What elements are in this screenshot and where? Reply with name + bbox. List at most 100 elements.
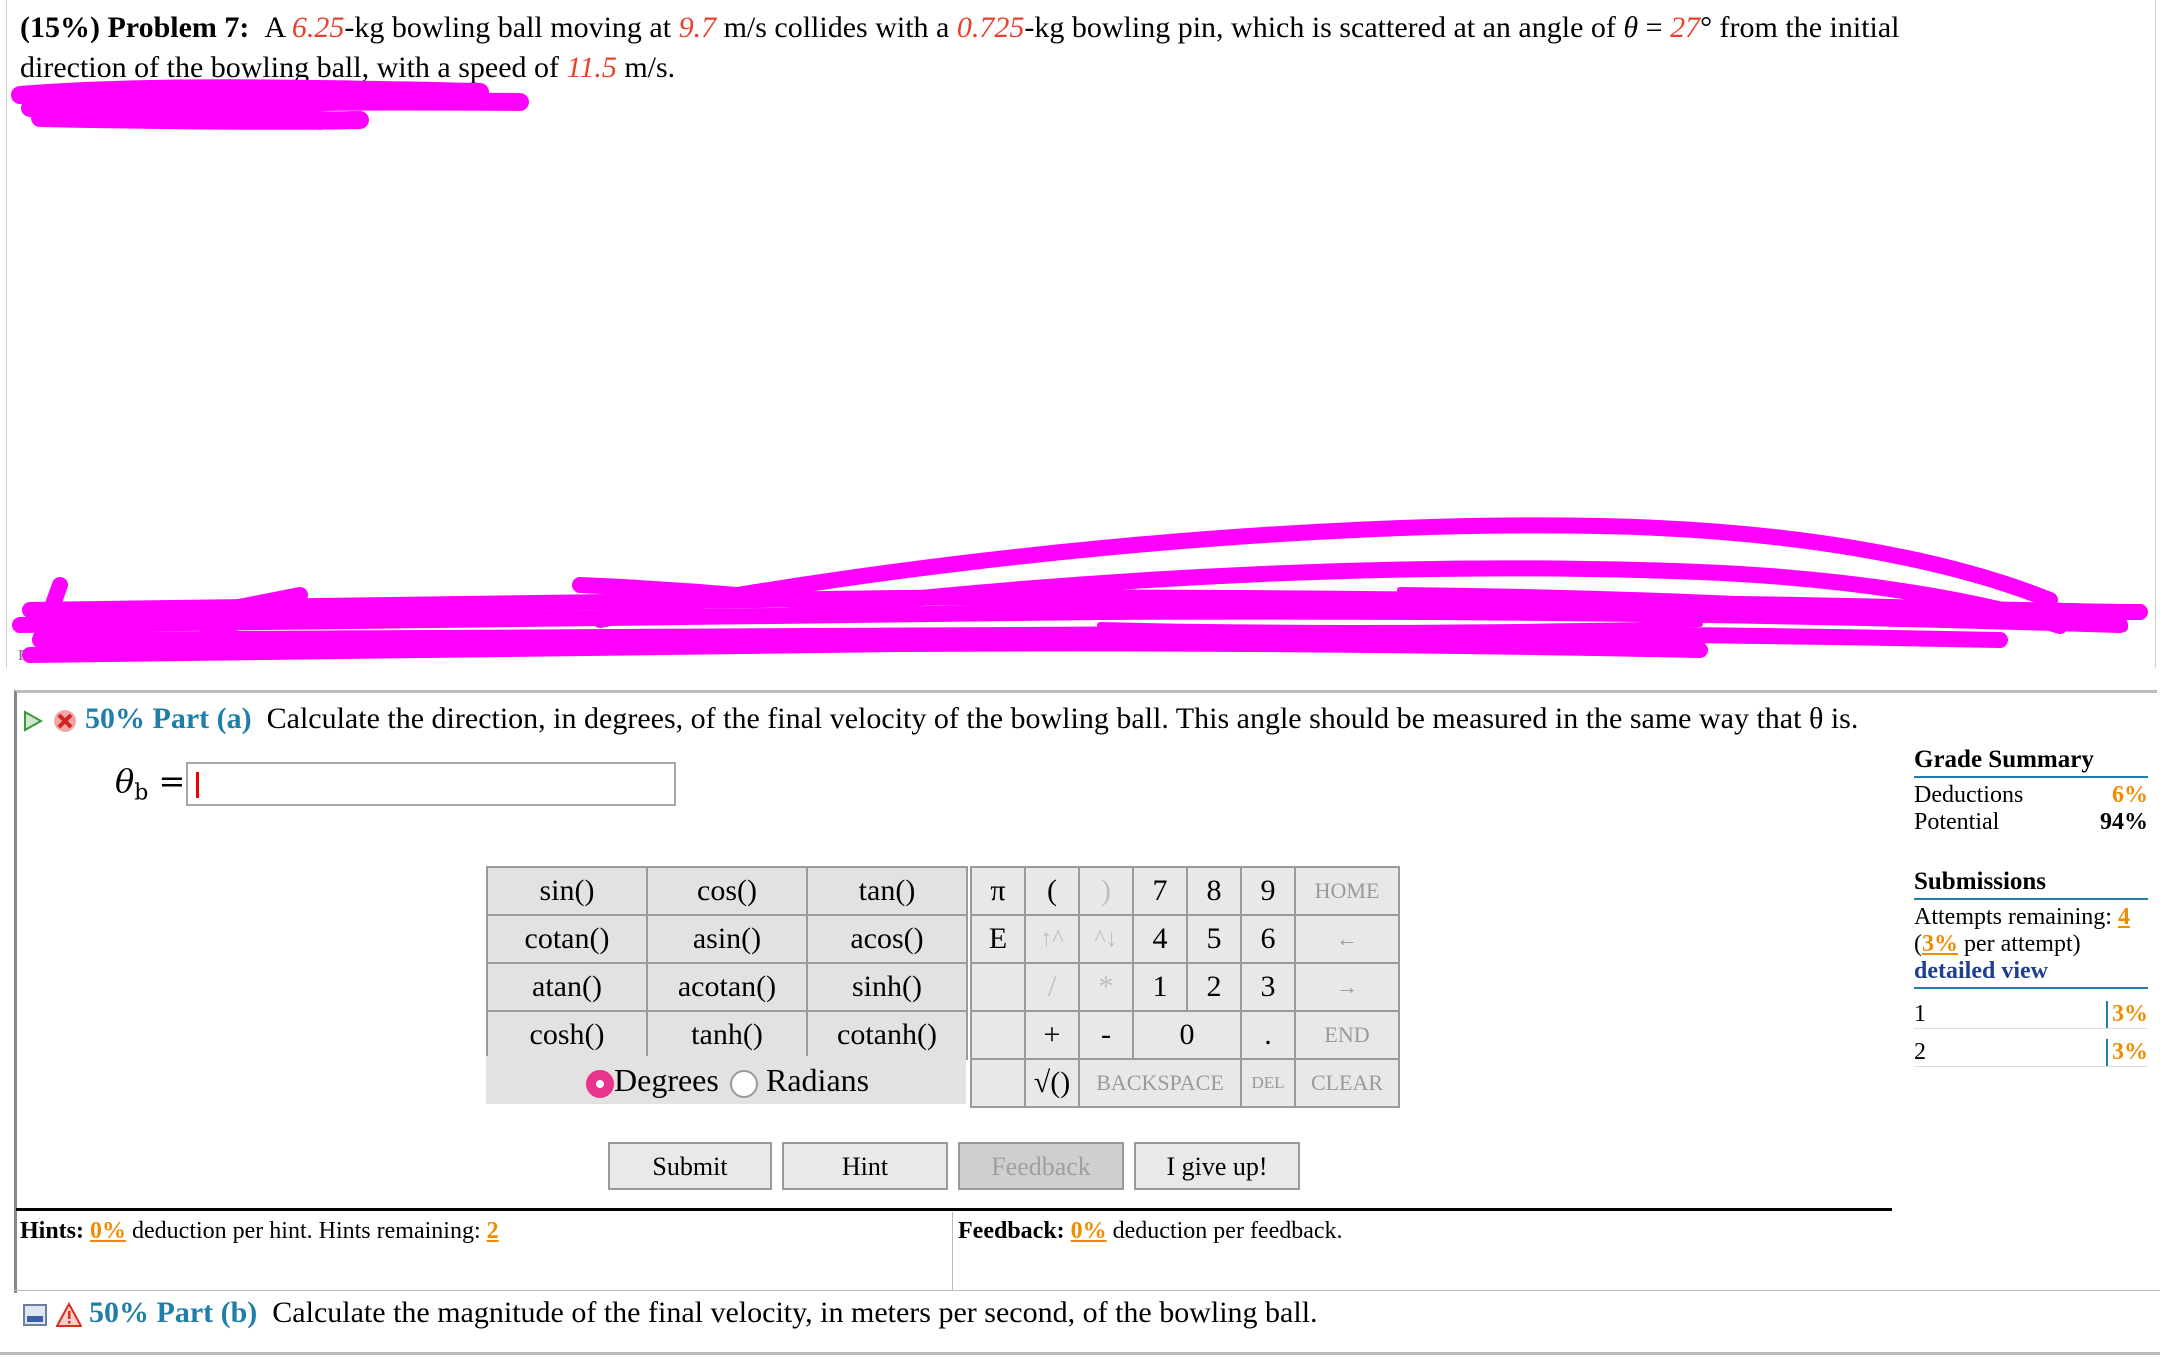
key-left-arrow[interactable]: ← — [1294, 914, 1400, 964]
answer-symbol: θb = — [115, 762, 185, 805]
key-pi[interactable]: π — [970, 866, 1026, 916]
problem-label: Problem 7: — [107, 11, 250, 44]
submission-number: 1 — [1914, 1001, 1926, 1027]
key-end[interactable]: END — [1294, 1010, 1400, 1060]
radians-radio[interactable] — [730, 1069, 758, 1098]
give-up-button[interactable]: I give up! — [1134, 1142, 1300, 1190]
degrees-radio[interactable] — [586, 1069, 614, 1098]
key-blank-2 — [970, 1010, 1026, 1060]
grade-summary-title: Grade Summary — [1914, 746, 2148, 778]
problem-text-6: ° from the initial — [1700, 11, 1900, 44]
key-minus[interactable]: - — [1078, 1010, 1134, 1060]
key-acotan[interactable]: acotan() — [646, 962, 808, 1012]
warning-icon — [54, 1302, 83, 1328]
key-sinh[interactable]: sinh() — [806, 962, 968, 1012]
problem-statement: (15%) Problem 7: A 6.25-kg bowling ball … — [20, 8, 2120, 88]
key-del[interactable]: DEL — [1240, 1058, 1296, 1108]
mass-pin-value: 0.725 — [956, 11, 1025, 44]
key-0[interactable]: 0 — [1132, 1010, 1242, 1060]
key-sqrt[interactable]: √() — [1024, 1058, 1080, 1108]
key-up[interactable]: ↑^ — [1024, 914, 1080, 964]
part-b-label: Part (b) — [156, 1296, 258, 1329]
angle-mode-selector: Degrees Radians — [486, 1056, 966, 1104]
feedback-text: deduction per feedback. — [1112, 1218, 1343, 1244]
key-rparen[interactable]: ) — [1078, 866, 1134, 916]
part-b-question: Calculate the magnitude of the final vel… — [272, 1296, 1318, 1329]
hint-button[interactable]: Hint — [782, 1142, 948, 1190]
collapsed-panel-icon — [23, 1304, 47, 1327]
key-5[interactable]: 5 — [1186, 914, 1242, 964]
hints-divider — [952, 1212, 953, 1290]
key-asin[interactable]: asin() — [646, 914, 808, 964]
submission-deduction: 3% — [2106, 1039, 2148, 1066]
hints-label: Hints: — [20, 1218, 85, 1244]
key-star[interactable]: * — [1078, 962, 1134, 1012]
grade-summary: Grade Summary Deductions 6% Potential 94… — [1914, 746, 2148, 1067]
key-2[interactable]: 2 — [1186, 962, 1242, 1012]
part-b-header[interactable]: 50% Part (b) Calculate the magnitude of … — [22, 1296, 1318, 1330]
problem-text-2: -kg bowling ball moving at — [344, 11, 672, 44]
detailed-view-link[interactable]: detailed view — [1914, 958, 2148, 989]
degrees-option[interactable]: Degrees — [586, 1062, 719, 1099]
key-home[interactable]: HOME — [1294, 866, 1400, 916]
key-tan[interactable]: tan() — [806, 866, 968, 916]
key-6[interactable]: 6 — [1240, 914, 1296, 964]
problem-text-3: m/s collides with a — [723, 11, 950, 44]
key-cosh[interactable]: cosh() — [486, 1010, 648, 1060]
x-mark-icon — [53, 710, 76, 733]
problem-text-7: direction of the bowling ball, with a sp… — [20, 51, 560, 84]
key-tanh[interactable]: tanh() — [646, 1010, 808, 1060]
answer-equals: = — [158, 762, 186, 800]
submissions-title: Submissions — [1914, 868, 2148, 900]
key-clear[interactable]: CLEAR — [1294, 1058, 1400, 1108]
divider-line — [14, 1290, 2160, 1291]
theta-symbol: θ — [1623, 11, 1639, 44]
part-a-weight: 50% — [85, 702, 145, 735]
speed-ball-value: 9.7 — [678, 11, 717, 44]
radians-label: Radians — [766, 1062, 870, 1098]
key-backspace[interactable]: BACKSPACE — [1078, 1058, 1242, 1108]
submission-deduction: 3% — [2106, 1001, 2148, 1028]
key-dot[interactable]: . — [1240, 1010, 1296, 1060]
equals-sign: = — [1645, 11, 1663, 44]
key-cotan[interactable]: cotan() — [486, 914, 648, 964]
radians-option[interactable]: Radians — [730, 1062, 869, 1099]
answer-input[interactable] — [186, 762, 676, 806]
key-blank — [970, 962, 1026, 1012]
key-lparen[interactable]: ( — [1024, 866, 1080, 916]
problem-text-4: -kg bowling pin, which is scattered at a… — [1024, 11, 1616, 44]
feedback-button[interactable]: Feedback — [958, 1142, 1124, 1190]
key-1[interactable]: 1 — [1132, 962, 1188, 1012]
key-cos[interactable]: cos() — [646, 866, 808, 916]
submission-row: 2 3% — [1914, 1039, 2148, 1067]
per-attempt-pct: 3% — [1922, 931, 1958, 957]
key-7[interactable]: 7 — [1132, 866, 1188, 916]
key-slash[interactable]: / — [1024, 962, 1080, 1012]
problem-text-8: m/s. — [624, 51, 676, 84]
key-right-arrow[interactable]: → — [1294, 962, 1400, 1012]
key-e[interactable]: E — [970, 914, 1026, 964]
key-atan[interactable]: atan() — [486, 962, 648, 1012]
per-attempt: (3% per attempt) — [1914, 931, 2148, 958]
deductions-label: Deductions — [1914, 782, 2024, 808]
problem-weight: (15%) — [20, 11, 100, 44]
key-plus[interactable]: + — [1024, 1010, 1080, 1060]
part-a-header: 50% Part (a) Calculate the direction, in… — [22, 702, 1858, 736]
submit-button[interactable]: Submit — [608, 1142, 772, 1190]
answer-subscript: b — [134, 780, 149, 806]
obscured-text-right: o — [2118, 612, 2129, 637]
key-3[interactable]: 3 — [1240, 962, 1296, 1012]
attempts-label: Attempts remaining: — [1914, 904, 2112, 930]
key-9[interactable]: 9 — [1240, 866, 1296, 916]
hints-pct: 0% — [90, 1218, 127, 1244]
key-8[interactable]: 8 — [1186, 866, 1242, 916]
feedback-pct: 0% — [1070, 1218, 1107, 1244]
key-cotanh[interactable]: cotanh() — [806, 1010, 968, 1060]
feedback-info: Feedback: 0% deduction per feedback. — [958, 1218, 1343, 1245]
key-down[interactable]: ^↓ — [1078, 914, 1134, 964]
key-sin[interactable]: sin() — [486, 866, 648, 916]
key-4[interactable]: 4 — [1132, 914, 1188, 964]
key-acos[interactable]: acos() — [806, 914, 968, 964]
deductions-value: 6% — [2112, 782, 2148, 808]
part-a-question: Calculate the direction, in degrees, of … — [266, 702, 1859, 735]
